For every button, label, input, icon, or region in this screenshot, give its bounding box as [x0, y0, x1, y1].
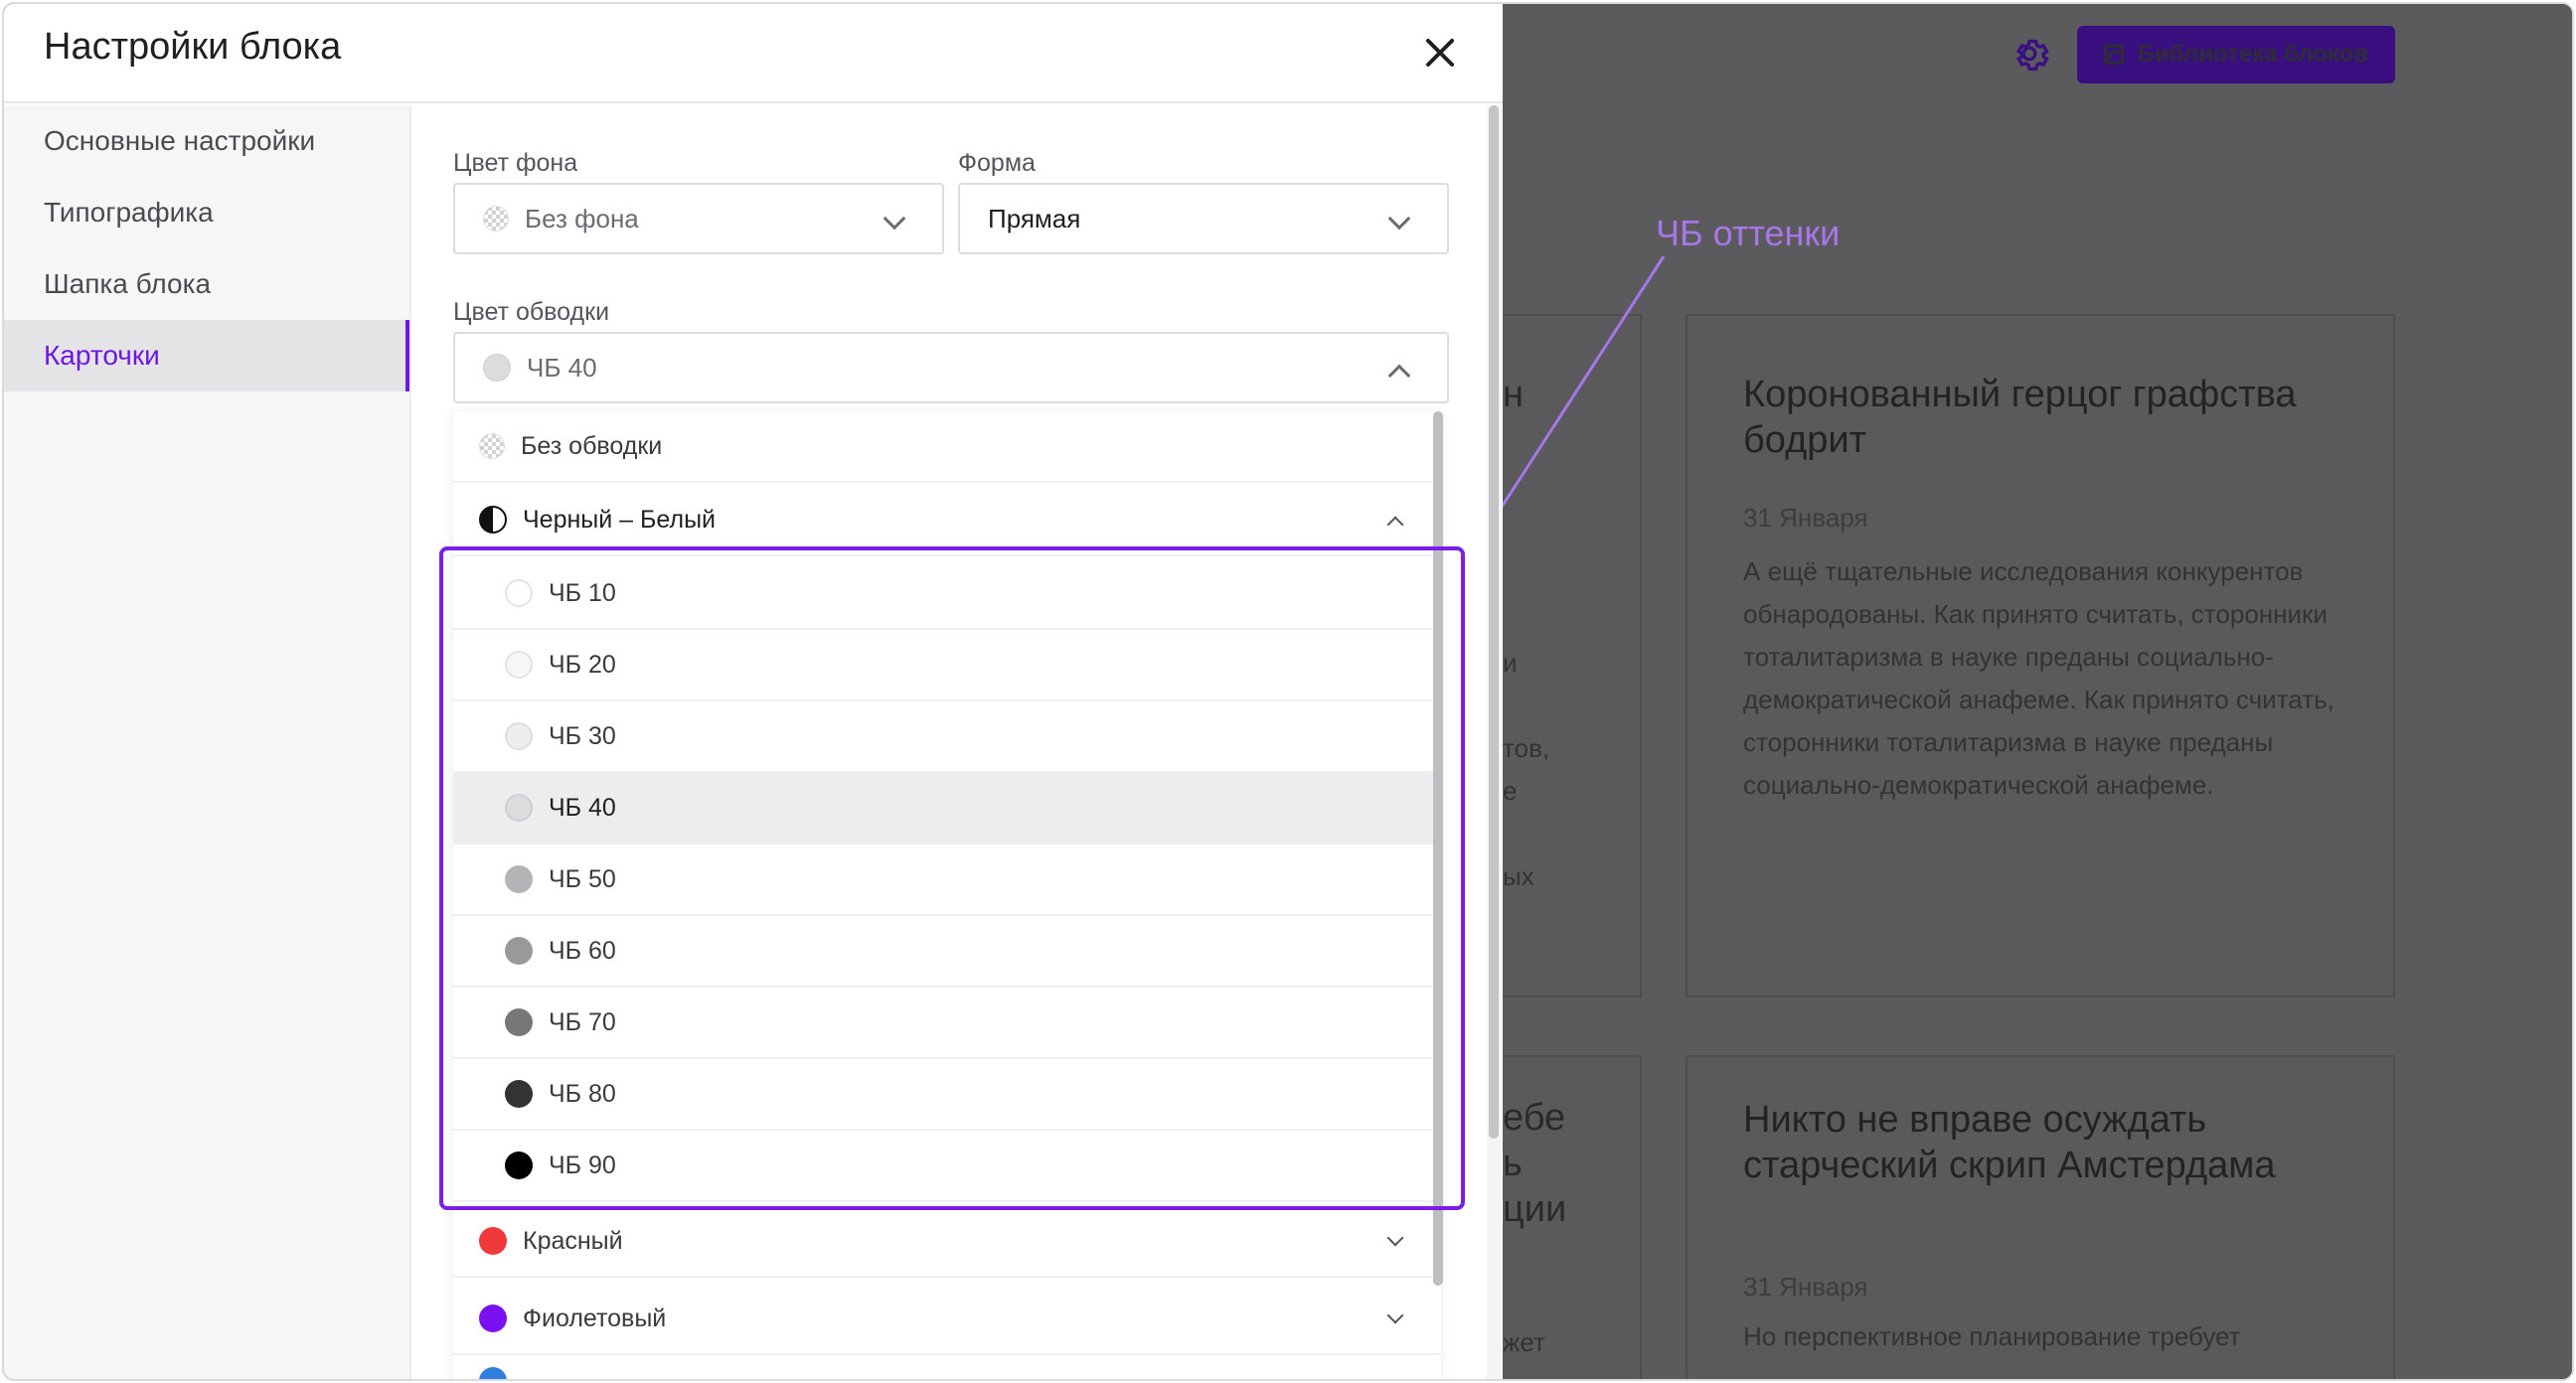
group-label: Фиолетовый	[523, 1304, 667, 1332]
modal-header: Настройки блока	[4, 4, 1503, 103]
group-label: Черный – Белый	[523, 505, 717, 534]
gray-swatch-icon	[505, 722, 533, 750]
card-left-1-text-fragment: ых	[1503, 861, 1534, 891]
card-text: А ещё тщательные исследования конкуренто…	[1743, 556, 2334, 800]
shape-select[interactable]: Прямая	[958, 183, 1449, 254]
sidebar-item-typography[interactable]: Типографика	[4, 177, 409, 248]
gear-icon[interactable]	[2010, 34, 2049, 74]
block-settings-modal: Настройки блока Основные настройки Типог…	[4, 4, 1503, 1379]
group-black-white[interactable]: Черный – Белый	[453, 485, 1441, 556]
gray-swatch-icon	[505, 579, 533, 607]
gray-swatch-icon	[505, 1008, 533, 1036]
close-icon[interactable]	[1417, 30, 1463, 76]
chevron-down-icon	[883, 207, 906, 230]
option-no-border[interactable]: Без обводки	[453, 411, 1441, 483]
option-label: ЧБ 50	[549, 864, 616, 893]
option-bw-30[interactable]: ЧБ 30	[453, 701, 1441, 773]
option-bw-20[interactable]: ЧБ 20	[453, 630, 1441, 701]
option-label: ЧБ 40	[549, 793, 616, 822]
modal-title: Настройки блока	[44, 26, 342, 68]
option-label: ЧБ 60	[549, 936, 616, 965]
transparent-swatch-icon	[479, 433, 505, 459]
gray-swatch-icon	[505, 794, 533, 822]
sidebar-item-block-header[interactable]: Шапка блока	[4, 248, 409, 320]
card-left-1-title-fragment: н	[1503, 374, 1524, 415]
card-date: 31 Января	[1743, 1272, 1868, 1302]
block-library-label: Библиотека блоков	[2137, 41, 2369, 68]
card-left-1-text-fragment: и	[1503, 648, 1518, 678]
option-label: Без обводки	[521, 431, 663, 460]
border-color-value: ЧБ 40	[527, 352, 597, 383]
card-left-2-title-fragment: ции	[1503, 1188, 1567, 1230]
group-red[interactable]: Красный	[453, 1206, 1441, 1278]
border-color-label: Цвет обводки	[453, 298, 610, 326]
gray-swatch-icon	[505, 1080, 533, 1108]
shape-value: Прямая	[988, 203, 1081, 233]
gray-swatch-icon	[505, 937, 533, 965]
bg-color-select[interactable]: Без фона	[453, 183, 944, 254]
card-right-1: Коронованный герцог графства бодрит 31 Я…	[1686, 314, 2395, 998]
violet-swatch-icon	[479, 1305, 507, 1332]
card-left-2-text-fragment: жет	[1503, 1327, 1545, 1357]
sidebar-item-cards[interactable]: Карточки	[4, 320, 409, 391]
red-swatch-icon	[479, 1227, 507, 1255]
option-label: ЧБ 80	[549, 1079, 616, 1108]
shape-label: Форма	[958, 149, 1036, 177]
option-bw-70[interactable]: ЧБ 70	[453, 988, 1441, 1059]
settings-content: Цвет фона Без фона Форма Прямая Цвет обв…	[413, 105, 1487, 1379]
gray-swatch-icon	[505, 651, 533, 679]
border-color-select[interactable]: ЧБ 40	[453, 332, 1449, 403]
option-bw-90[interactable]: ЧБ 90	[453, 1131, 1441, 1202]
screen-frame: Библиотека блоков Коронованный герцог гр…	[2, 2, 2574, 1381]
content-scrollbar-thumb[interactable]	[1489, 105, 1499, 1139]
option-bw-60[interactable]: ЧБ 60	[453, 916, 1441, 988]
card-left-1-text-fragment: е	[1503, 776, 1518, 806]
chevron-down-icon	[1386, 1229, 1404, 1247]
gray-swatch-icon	[483, 354, 511, 382]
group-violet[interactable]: Фиолетовый	[453, 1284, 1441, 1355]
option-label: ЧБ 90	[549, 1151, 616, 1179]
option-label: ЧБ 30	[549, 721, 616, 750]
chevron-down-icon	[1386, 1306, 1404, 1324]
block-library-button[interactable]: Библиотека блоков	[2077, 26, 2395, 83]
option-label: ЧБ 20	[549, 650, 616, 679]
dropdown-scrollbar-thumb[interactable]	[1433, 411, 1443, 1286]
option-bw-40[interactable]: ЧБ 40	[453, 773, 1441, 845]
card-text: Но перспективное планирование требует	[1743, 1321, 2241, 1351]
bg-color-label: Цвет фона	[453, 149, 578, 177]
black-white-swatch-icon	[479, 506, 507, 534]
option-bw-10[interactable]: ЧБ 10	[453, 558, 1441, 630]
card-title: Никто не вправе осуждать старческий скри…	[1743, 1099, 2276, 1186]
option-bw-80[interactable]: ЧБ 80	[453, 1059, 1441, 1131]
chevron-up-icon	[1387, 364, 1411, 387]
card-title: Коронованный герцог графства бодрит	[1743, 374, 2297, 461]
bg-color-value: Без фона	[525, 203, 639, 233]
annotation-label: ЧБ оттенки	[1656, 213, 1841, 253]
image-icon	[2103, 45, 2124, 65]
card-left-2-title-fragment: ь	[1503, 1143, 1523, 1184]
settings-sidebar: Основные настройки Типографика Шапка бло…	[4, 105, 411, 1379]
gray-swatch-icon	[505, 865, 533, 893]
chevron-up-icon	[1386, 516, 1404, 534]
option-bw-50[interactable]: ЧБ 50	[453, 845, 1441, 916]
group-label: Красный	[523, 1226, 623, 1255]
card-right-2: Никто не вправе осуждать старческий скри…	[1686, 1055, 2395, 1379]
dropdown-scrollbar[interactable]	[1433, 411, 1443, 1286]
border-color-dropdown: Без обводки Черный – Белый ЧБ 10 ЧБ 20 Ч…	[453, 411, 1441, 1379]
gray-swatch-icon	[505, 1152, 533, 1179]
option-label: ЧБ 70	[549, 1007, 616, 1036]
background-page: Библиотека блоков Коронованный герцог гр…	[1304, 4, 2572, 1379]
option-label: ЧБ 10	[549, 578, 616, 607]
card-left-1-text-fragment: тов,	[1503, 733, 1550, 763]
chevron-down-icon	[1387, 207, 1411, 230]
next-group-swatch-fragment	[479, 1367, 507, 1379]
transparent-swatch-icon	[483, 206, 509, 231]
card-left-2-title-fragment: ебе	[1503, 1097, 1566, 1139]
card-date: 31 Января	[1743, 503, 1868, 533]
content-scrollbar[interactable]	[1487, 105, 1501, 1379]
sidebar-item-main-settings[interactable]: Основные настройки	[4, 105, 409, 177]
